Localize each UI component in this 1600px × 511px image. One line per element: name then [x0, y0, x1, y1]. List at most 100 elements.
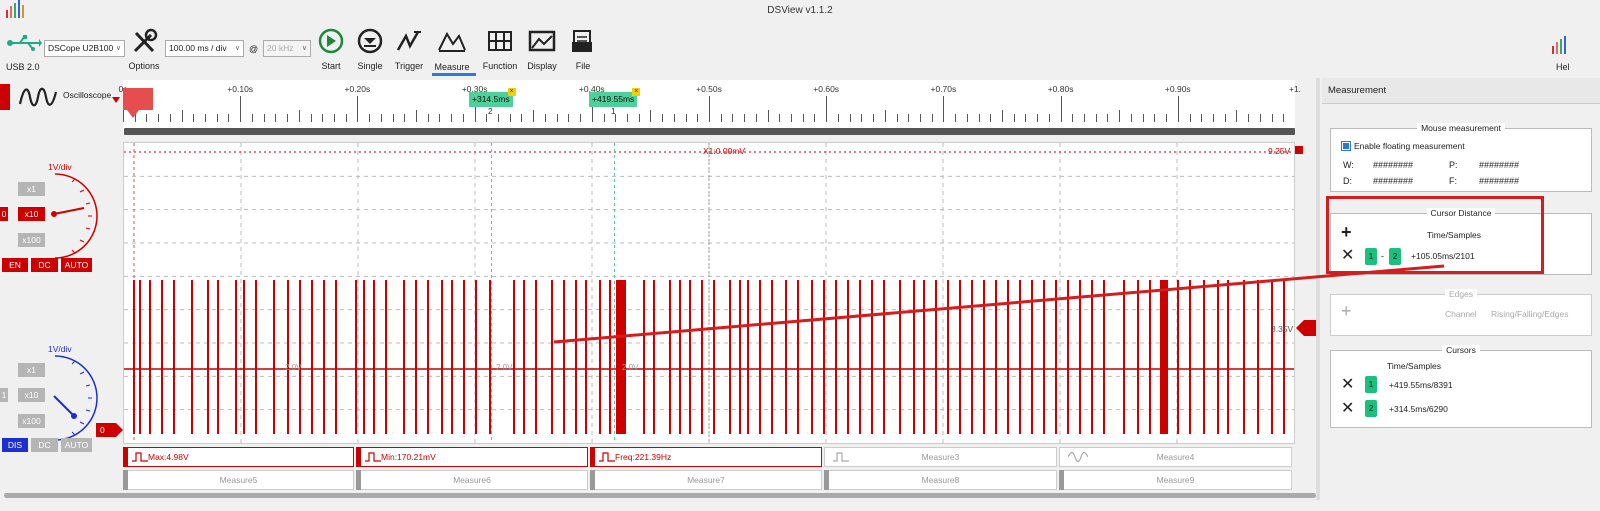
mid-label-1: 2.0V: [285, 363, 302, 372]
ch1-x100-button[interactable]: x100: [18, 414, 45, 428]
cursor1-flag[interactable]: +419.55ms ×: [589, 88, 641, 107]
edges-column-header: Rising/Falling/Edges: [1491, 309, 1569, 319]
trigger-button[interactable]: Trigger: [391, 28, 427, 71]
measure-slot-3[interactable]: Measure3: [824, 447, 1057, 467]
cursor2-badge[interactable]: 2: [1365, 400, 1377, 417]
ch0-vdiv-knob[interactable]: [50, 172, 100, 262]
sine-wave-icon: [1068, 451, 1088, 463]
pulse-icon: [365, 452, 381, 462]
cursor1-number: 1: [611, 107, 616, 116]
measure-slot-min[interactable]: Min:170.21mV: [356, 447, 588, 467]
ch0-x100-button[interactable]: x100: [18, 233, 45, 247]
samplerate-select[interactable]: 20 kHz ∨: [263, 40, 311, 57]
measure-slot-8[interactable]: Measure8: [824, 470, 1057, 490]
enable-floating-checkbox[interactable]: [1341, 141, 1351, 151]
d-label: D:: [1343, 176, 1352, 186]
trigger-position-flag[interactable]: [123, 88, 153, 110]
w-label: W:: [1343, 160, 1354, 170]
ch1-x1-button[interactable]: x1: [18, 363, 45, 377]
ch1-vdiv: 1V/div: [48, 344, 72, 354]
f-label: F:: [1449, 176, 1457, 186]
trigger-position-bar[interactable]: [124, 128, 1295, 135]
file-button[interactable]: File: [563, 28, 603, 71]
help-label[interactable]: Hel: [1556, 62, 1570, 72]
function-grid-icon: [488, 31, 512, 51]
time-ruler[interactable]: 0s+0.10s+0.20s+0.30s+0.40s+0.50s+0.60s+0…: [119, 80, 1301, 124]
ch0-offset-marker[interactable]: 0: [96, 423, 116, 437]
cursors-column-header: Time/Samples: [1387, 361, 1442, 371]
pulse-icon: [833, 452, 849, 462]
ch1-trigger-mode-button[interactable]: AUTO: [61, 438, 92, 452]
ch1-side-marker: 1: [0, 388, 8, 402]
ruler-tick-label: +0.50s: [696, 84, 722, 94]
function-button[interactable]: Function: [480, 28, 520, 71]
ruler-tick-label: +1.: [1288, 84, 1302, 94]
play-icon: [318, 28, 344, 54]
ch1-x10-button[interactable]: x10: [18, 388, 45, 402]
ch0-x10-button[interactable]: x10: [18, 207, 45, 221]
single-shot-icon: [357, 28, 383, 54]
channel-color-tab: [0, 84, 10, 110]
mid-label-3: 2.0V: [622, 363, 639, 372]
cursors-group: Cursors Time/Samples ✕ 1 +419.55ms/8391 …: [1330, 345, 1592, 428]
display-button[interactable]: Display: [522, 28, 562, 71]
window-title: DSView v1.1.2: [767, 5, 833, 16]
f-value: ########: [1479, 176, 1520, 186]
center-value-label: X1:0.00mV: [703, 146, 746, 156]
single-button[interactable]: Single: [352, 28, 388, 71]
remove-cursor2-icon[interactable]: ✕: [1341, 401, 1354, 417]
at-sign: @: [249, 44, 259, 54]
mode-dropdown-icon[interactable]: [112, 97, 120, 105]
ch0-x1-button[interactable]: x1: [18, 182, 45, 196]
horizontal-scrollbar[interactable]: [4, 493, 1316, 498]
measure-slot-max[interactable]: Max:4.98V: [123, 447, 354, 467]
panel-header: Measurement: [1322, 78, 1600, 104]
measure-slot-freq[interactable]: Freq:221.39Hz: [590, 447, 822, 467]
p-value: ########: [1479, 160, 1520, 170]
measure-slot-9[interactable]: Measure9: [1059, 470, 1292, 490]
pulse-icon: [599, 452, 615, 462]
cursor2-close-icon[interactable]: ×: [507, 88, 516, 96]
ch0-side-marker: 0: [0, 207, 8, 221]
trigger-icon: [396, 31, 421, 51]
cursor2-value: +314.5ms/6290: [1389, 404, 1448, 414]
timebase-select[interactable]: 100.00 ms / div ∨: [165, 40, 244, 57]
dsview-logo-icon: [6, 0, 24, 18]
ruler-tick-label: +0.70s: [930, 84, 957, 94]
measure-slot-7[interactable]: Measure7: [590, 470, 822, 490]
measure-slot-5[interactable]: Measure5: [123, 470, 354, 490]
measure-button[interactable]: Measure: [432, 28, 476, 76]
cursor1-badge[interactable]: 1: [1365, 376, 1377, 393]
enable-floating-label[interactable]: Enable floating measurement: [1354, 141, 1465, 151]
help-logo-icon: [1552, 36, 1566, 54]
measure-slot-6[interactable]: Measure6: [356, 470, 588, 490]
ruler-tick-label: +0.60s: [813, 84, 840, 94]
pulse-icon: [132, 452, 148, 462]
device-select[interactable]: DSCope U2B100 ∨: [44, 40, 125, 57]
ch1-enable-button[interactable]: DIS: [2, 438, 28, 452]
ch0-trigger-mode-button[interactable]: AUTO: [61, 258, 92, 272]
mode-label[interactable]: Oscilloscope: [63, 90, 111, 100]
oscilloscope-wave-icon: [18, 87, 58, 107]
cursor1-close-icon[interactable]: ×: [632, 88, 641, 96]
measure-slot-4[interactable]: Measure4: [1059, 447, 1292, 467]
ruler-tick-label: +0.80s: [1047, 84, 1074, 94]
cursor2-flag[interactable]: +314.5ms ×: [469, 88, 516, 107]
ch1-vdiv-knob[interactable]: [50, 354, 100, 444]
p-label: P:: [1449, 160, 1458, 170]
cursor2-number: 2: [488, 107, 493, 116]
measure-icon: [438, 31, 466, 52]
remove-cursor1-icon[interactable]: ✕: [1341, 377, 1354, 393]
ch0-enable-button[interactable]: EN: [2, 258, 28, 272]
top-right-value: 9.25V: [1268, 146, 1291, 156]
usb-icon: [7, 35, 42, 51]
ch0-coupling-button[interactable]: DC: [31, 258, 58, 272]
start-button[interactable]: Start: [313, 28, 349, 71]
ruler-tick-label: +0.20s: [344, 84, 371, 94]
mouse-group-title: Mouse measurement: [1417, 123, 1505, 133]
top-right-marker: [1295, 146, 1303, 154]
d-value: ########: [1373, 176, 1414, 186]
cursors-group-title: Cursors: [1442, 345, 1480, 355]
options-button[interactable]: Options: [126, 28, 162, 71]
ch1-coupling-button[interactable]: DC: [31, 438, 58, 452]
